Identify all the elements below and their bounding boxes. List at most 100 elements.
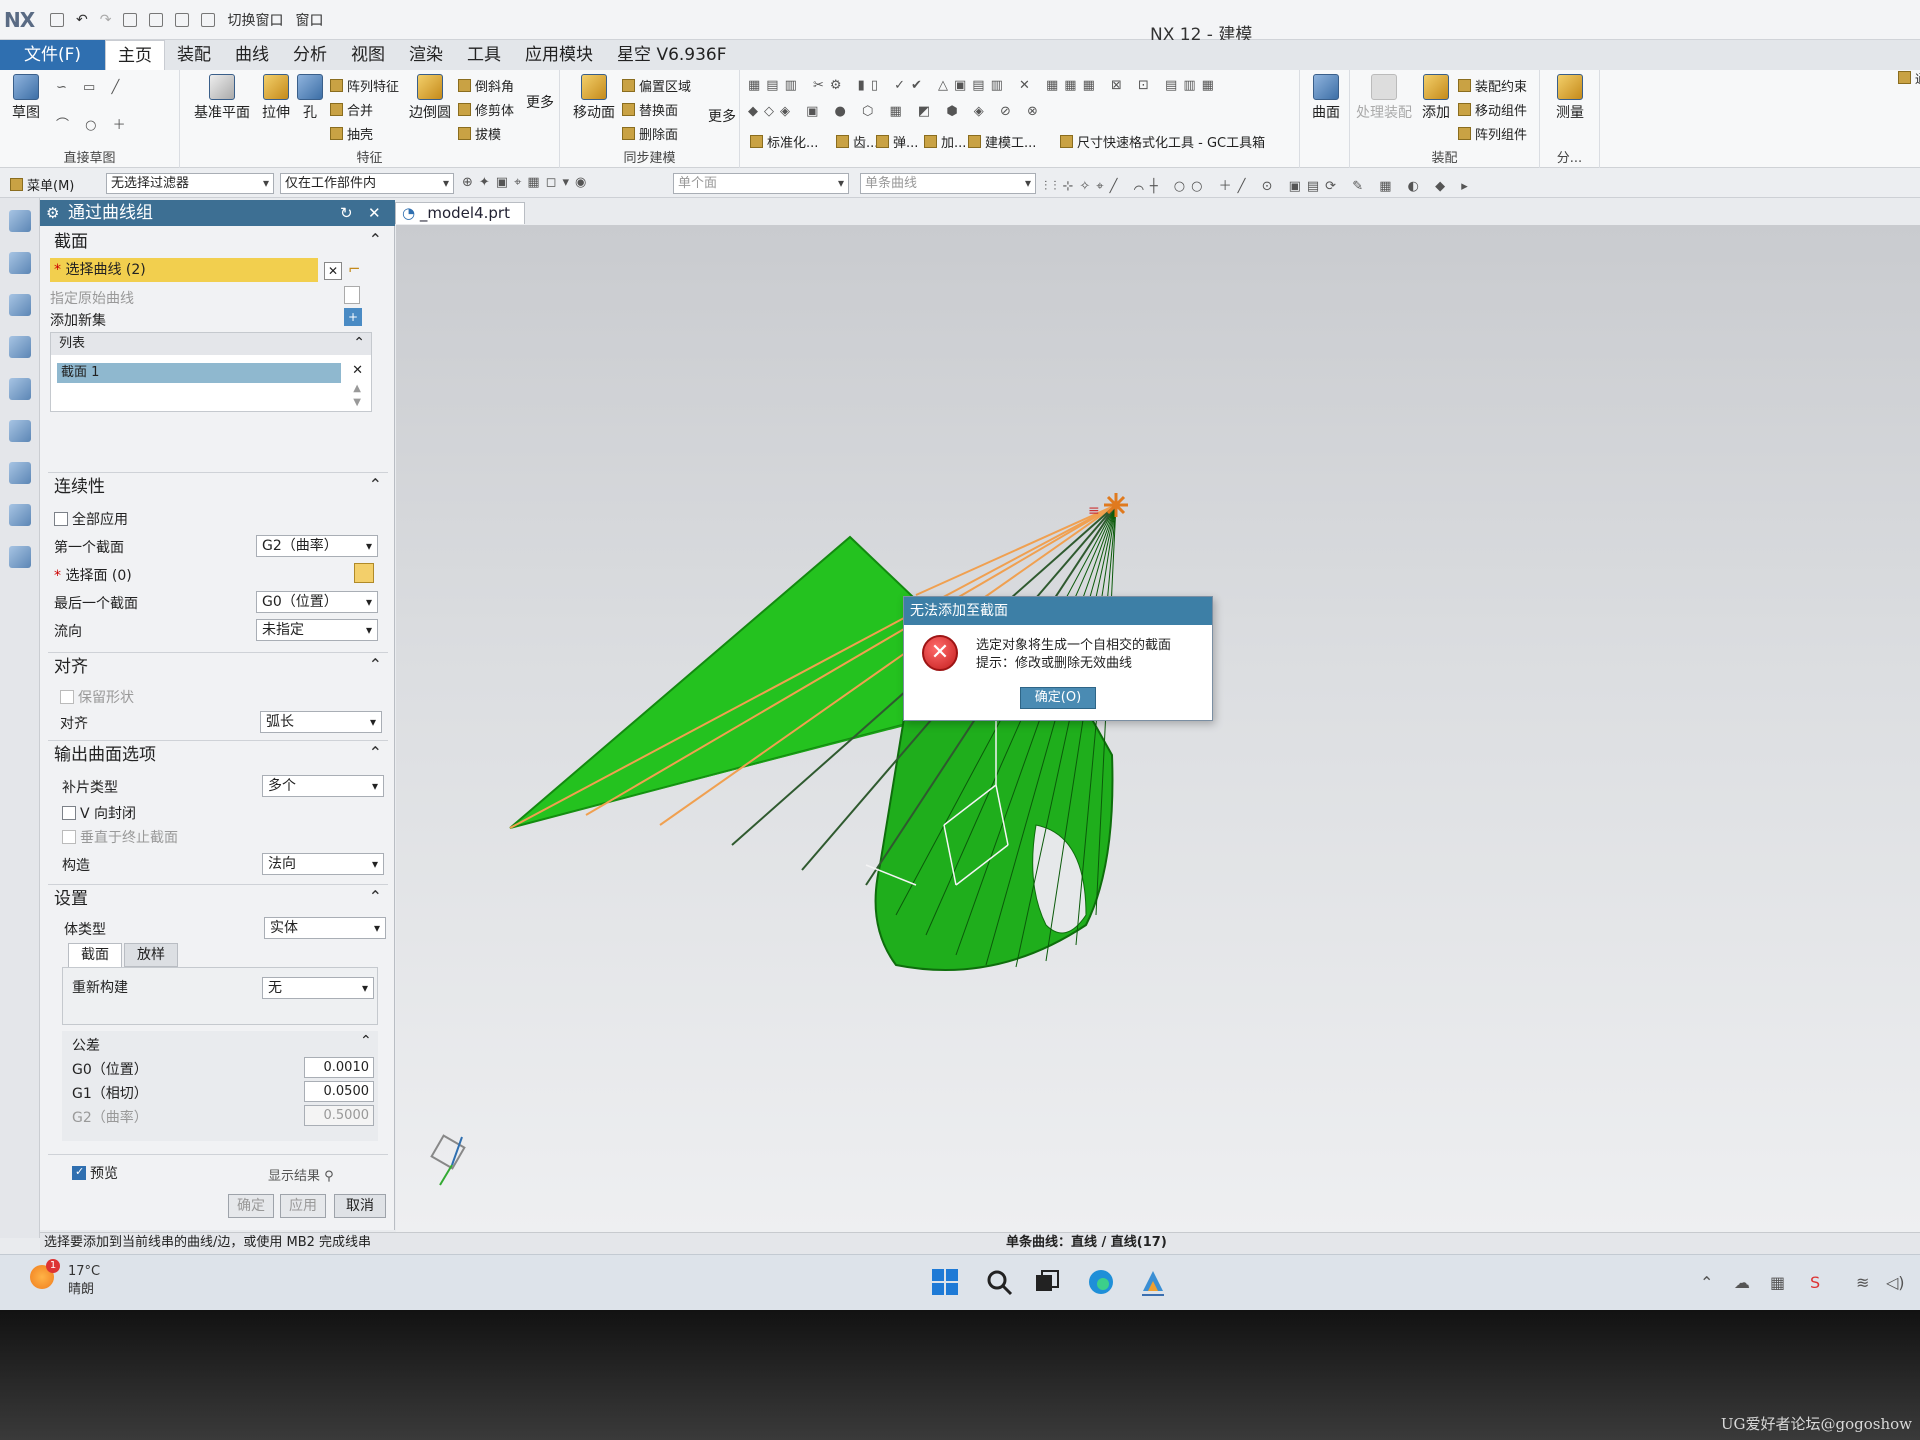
onedrive-icon[interactable]: ☁ (1734, 1273, 1750, 1292)
flow-dropdown[interactable]: 未指定 (256, 619, 378, 641)
unite-button[interactable]: 合并 (330, 100, 373, 119)
standardize-group[interactable]: 标准化... (750, 132, 818, 151)
tolerance-collapse-icon[interactable]: ⌃ (360, 1033, 372, 1049)
tolerance-header[interactable]: 公差 (72, 1035, 100, 1055)
draft-button[interactable]: 拔模 (458, 124, 501, 143)
add-set-icon[interactable]: + (344, 308, 362, 326)
tab-xingkong[interactable]: 星空 V6.936F (605, 40, 738, 70)
tab-assembly[interactable]: 装配 (165, 40, 223, 70)
continuity-header[interactable]: 连续性 (48, 473, 388, 501)
first-section-dropdown[interactable]: G2（曲率） (256, 535, 378, 557)
delete-face-button[interactable]: 删除面 (622, 124, 678, 143)
list-collapse-icon[interactable]: ⌃ (353, 335, 365, 351)
tab-analysis[interactable]: 分析 (281, 40, 339, 70)
assembly-constraint-button[interactable]: 装配约束 (1458, 76, 1527, 95)
add-component-button[interactable]: 添加 (1418, 74, 1454, 122)
collapse-icon[interactable]: ⌃ (369, 743, 382, 762)
tab-applications[interactable]: 应用模块 (513, 40, 605, 70)
toolbox-icons-row1[interactable]: ▦▤▥ ✂⚙ ▮▯ ✓✔ △▣▤▥ ✕ ▦▦▦ ⊠ ⊡ ▤▥▦ (748, 78, 1220, 93)
gc-toolbox-group[interactable]: 尺寸快速格式化工具 - GC工具箱 (1060, 132, 1265, 151)
collapse-icon[interactable]: ⌃ (369, 230, 382, 249)
web-browser-icon[interactable] (8, 378, 31, 400)
apply-all-checkbox[interactable]: 全部应用 (54, 509, 128, 529)
measure-button[interactable]: 测量 (1550, 74, 1590, 122)
reset-icon[interactable]: ↻ (340, 200, 353, 226)
part-navigator-icon[interactable] (8, 294, 31, 316)
process-studio-icon[interactable] (8, 504, 31, 526)
menu-button[interactable]: 菜单(M) (10, 175, 74, 194)
assembly-navigator-icon[interactable] (8, 252, 31, 274)
snap-tools-icons[interactable]: ⊕✦▣⌖▦◻▾◉ (462, 175, 592, 190)
move-down-icon[interactable]: ▼ (353, 397, 361, 408)
subtab-section[interactable]: 截面 (68, 943, 122, 967)
search-icon[interactable] (984, 1267, 1014, 1297)
feature-more-button[interactable]: 更多 (524, 92, 556, 112)
patch-type-dropdown[interactable]: 多个 (262, 775, 384, 797)
pattern-component-button[interactable]: 阵列组件 (1458, 124, 1527, 143)
wifi-icon[interactable]: ≋ (1856, 1273, 1869, 1292)
graphics-window[interactable]: ≡ (396, 225, 1920, 1233)
tab-home[interactable]: 主页 (105, 40, 166, 70)
tab-curve[interactable]: 曲线 (223, 40, 281, 70)
reuse-library-icon[interactable] (8, 336, 31, 358)
specify-origin-curve[interactable]: 指定原始曲线 (50, 288, 134, 308)
apply-button[interactable]: 应用 (280, 1194, 326, 1218)
move-component-button[interactable]: 移动组件 (1458, 100, 1527, 119)
paste-icon[interactable] (175, 13, 190, 27)
sketch-tools-row1[interactable]: ∽ ▭ ╱ (56, 80, 125, 95)
ok-button[interactable]: 确定 (228, 1194, 274, 1218)
construct-dropdown[interactable]: 法向 (262, 853, 384, 875)
settings-header[interactable]: 设置 (48, 885, 388, 913)
offset-region-button[interactable]: 偏置区域 (622, 76, 691, 95)
collapse-icon[interactable]: ⌃ (369, 887, 382, 906)
origin-curve-icon[interactable] (344, 286, 360, 304)
save-icon[interactable] (50, 13, 64, 27)
move-up-icon[interactable]: ▲ (353, 383, 361, 394)
system-materials-icon[interactable] (8, 462, 31, 484)
switch-window-button[interactable]: 切换窗口 (227, 10, 283, 30)
touch-mode-icon[interactable] (201, 13, 216, 27)
sketch-tools-row2[interactable]: ⌒ ○ ＋ (56, 114, 132, 133)
move-face-button[interactable]: 移动面 (572, 74, 616, 122)
chamfer-button[interactable]: 倒斜角 (458, 76, 514, 95)
face-rule-dropdown[interactable]: 单个面 (673, 173, 849, 194)
selection-scope-dropdown[interactable]: 仅在工作部件内 (280, 173, 454, 194)
deselect-icon[interactable]: ✕ (324, 262, 342, 280)
remove-icon[interactable]: ✕ (352, 363, 363, 378)
output-header[interactable]: 输出曲面选项 (48, 741, 388, 769)
close-icon[interactable]: ✕ (368, 200, 381, 226)
volume-icon[interactable]: ◁) (1886, 1273, 1905, 1292)
curve-rule-dropdown[interactable]: 单条曲线 (860, 173, 1036, 194)
rebuild-dropdown[interactable]: 无 (262, 977, 374, 999)
show-result-button[interactable]: 显示结果 ⚲ (268, 1165, 334, 1184)
add-new-set[interactable]: 添加新集 (50, 310, 106, 330)
ime-icon[interactable]: ▦ (1770, 1273, 1785, 1292)
face-select-icon[interactable] (354, 563, 374, 583)
history-icon[interactable] (8, 420, 31, 442)
keep-shape-checkbox[interactable]: 保留形状 (60, 687, 134, 707)
collapse-icon[interactable]: ⌃ (369, 475, 382, 494)
g0-tolerance-input[interactable]: 0.0010 (304, 1057, 374, 1078)
spring-group[interactable]: 弹... (876, 132, 918, 151)
type-filter-dropdown[interactable]: 无选择过滤器 (106, 173, 274, 194)
ribbon-right-edge-label[interactable]: 通 (1898, 70, 1920, 87)
weather-widget[interactable]: 17°C 晴朗 (68, 1263, 100, 1299)
redo-icon[interactable]: ↷ (100, 12, 112, 28)
align-dropdown[interactable]: 弧长 (260, 711, 382, 733)
pattern-feature-button[interactable]: 阵列特征 (330, 76, 399, 95)
roles-icon[interactable] (8, 546, 31, 568)
snap-point-icons[interactable]: ⫶⫶⊹✧⌖╱ ⌒┼ ○○ ＋╱ ⊙ ▣▤⟳ ✎ ▦ ◐ ◆ ▸ (1044, 175, 1474, 194)
normal-to-end-checkbox[interactable]: 垂直于终止截面 (62, 827, 178, 847)
tray-overflow-icon[interactable]: ⌃ (1700, 1273, 1713, 1292)
modeling-tools-group[interactable]: 建模工... (968, 132, 1036, 151)
undo-icon[interactable]: ↶ (76, 12, 88, 28)
wave-assembly-button[interactable]: 处理装配 (1354, 74, 1414, 122)
alignment-header[interactable]: 对齐 (48, 653, 388, 681)
v-closed-checkbox[interactable]: V 向封闭 (62, 803, 136, 823)
window-menu-button[interactable]: 窗口 (295, 10, 323, 30)
sogou-icon[interactable]: S (1810, 1273, 1820, 1292)
gear-group[interactable]: 齿... (836, 132, 878, 151)
copy-icon[interactable] (149, 13, 164, 27)
select-face-row[interactable]: * 选择面 (0) (54, 565, 132, 585)
nx-app-icon[interactable] (1138, 1267, 1168, 1297)
